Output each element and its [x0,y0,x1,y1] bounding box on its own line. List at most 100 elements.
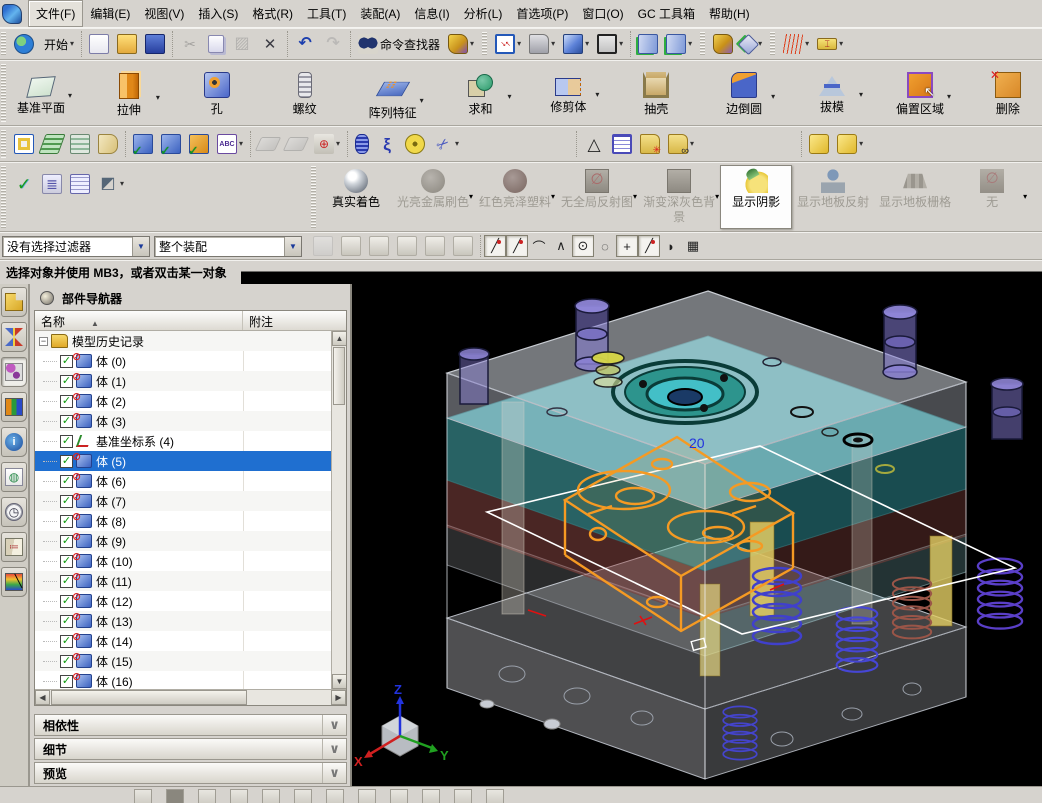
toolbar-button[interactable]: ▾ [444,31,478,57]
chevron-down-icon[interactable]: ∨ [322,739,346,759]
toolbar-button[interactable]: ▾ [204,32,228,56]
scroll-right-icon[interactable]: ▶ [331,690,346,705]
dropdown-caret[interactable]: ▾ [156,93,160,102]
column-note[interactable]: 附注 [243,311,279,330]
toolbar-button[interactable]: ▾ [373,131,401,157]
toolbar-grip[interactable] [311,166,317,228]
tree-row[interactable]: 体 (7) [35,490,331,511]
toolbar-button[interactable]: ▾ [608,131,636,157]
toolbar-grip[interactable] [1,166,6,228]
toolbar-button[interactable] [449,233,477,259]
toolbar-button[interactable]: ▾ [66,131,94,157]
dropdown-caret[interactable]: ▾ [619,40,623,48]
scroll-left-icon[interactable]: ◀ [35,690,50,705]
resource-bar-button[interactable] [1,532,27,562]
toolbar-button[interactable] [422,789,440,803]
toolbar-button[interactable]: ▾ [254,134,282,154]
render-style-button[interactable]: 光亮金属刷色 ▾ [392,165,474,229]
column-name[interactable]: 名称 ▲ [35,311,243,330]
tree-row[interactable]: 体 (0) [35,350,331,371]
tree-row[interactable]: 体 (14) [35,630,331,651]
toolbar-grip[interactable] [482,32,488,56]
feature-button[interactable]: 螺纹 ▾ [274,67,336,120]
menu-item[interactable]: 工具(T) [300,1,353,26]
tree-root-row[interactable]: − 模型历史记录 [35,331,331,351]
toolbar-button[interactable] [337,233,365,259]
toolbar-button[interactable]: ▾ [141,31,169,57]
dropdown-caret[interactable]: ▾ [68,91,72,100]
resource-bar-button[interactable] [1,497,27,527]
toolbar-button[interactable]: ▾ [176,31,204,57]
toolbar-button[interactable]: ▾ [10,31,38,57]
toolbar-button[interactable]: ▾ [129,131,157,157]
toolbar-button[interactable]: ▾ [559,31,593,57]
toolbar-button[interactable]: ▾ [10,171,38,197]
dropdown-caret[interactable]: ▾ [551,40,555,48]
toolbar-button[interactable] [421,233,449,259]
tree-row[interactable]: 基准坐标系 (4) [35,431,331,451]
toolbar-button[interactable]: ▾ [291,31,319,57]
selection-scope-combo[interactable]: 整个装配 [154,235,302,257]
toolbar-button[interactable]: 开始 ▾ [38,31,78,57]
toolbar-button[interactable]: ▾ [401,131,429,157]
toolbar-button[interactable]: ▾ [429,131,463,157]
resource-bar-button[interactable] [1,392,27,422]
feature-button[interactable]: 阵列特征 ▾ [362,63,424,124]
menu-item[interactable]: 首选项(P) [509,1,575,26]
tree-row[interactable]: 体 (1) [35,370,331,391]
feature-button[interactable]: 拔模 ▾ [801,68,863,118]
tree-row[interactable]: 体 (9) [35,530,331,551]
toolbar-button[interactable] [454,789,472,803]
section-bar[interactable]: 相依性 ∨ [34,714,347,736]
toolbar-grip[interactable] [700,32,706,56]
menu-item[interactable]: 分析(L) [457,1,510,26]
selection-filter-combo[interactable]: 没有选择过滤器 [2,235,150,257]
dropdown-caret[interactable]: ▾ [455,140,459,148]
toolbar-button[interactable]: ▾ [10,131,38,157]
toolbar-button[interactable]: ▾ [282,134,310,154]
dropdown-caret[interactable]: ▾ [859,140,863,148]
resource-bar-button[interactable] [1,322,27,352]
toolbar-button[interactable]: ▾ [157,131,185,157]
render-style-button[interactable]: 无 ▾ [956,165,1028,229]
dropdown-caret[interactable]: ▾ [805,40,809,48]
feature-button[interactable]: 基准平面 ▾ [10,68,72,119]
resource-bar-button[interactable] [1,427,27,457]
snap-point-button[interactable]: ╱ [484,235,506,257]
snap-point-button[interactable]: ◗ [660,235,682,257]
scroll-up-icon[interactable]: ▲ [332,331,346,346]
toolbar-button[interactable] [230,789,248,803]
dropdown-caret[interactable]: ▾ [507,92,511,101]
menu-item[interactable]: 插入(S) [191,1,245,26]
feature-button[interactable]: 边倒圆 ▾ [713,67,775,120]
menu-item[interactable]: 信息(I) [407,1,456,26]
toolbar-button[interactable]: ▾ [709,31,737,57]
toolbar-button[interactable]: ▾ [310,131,344,157]
render-style-button[interactable]: 显示地板栅格 ▾ [874,165,956,229]
toolbar-button[interactable]: ▾ [636,131,664,157]
tree-row[interactable]: 体 (10) [35,550,331,571]
toolbar-button[interactable]: ▾ [94,131,122,157]
section-bar[interactable]: 细节 ∨ [34,738,347,760]
toolbar-button[interactable]: ▾ [66,171,94,197]
dropdown-caret[interactable]: ▾ [947,92,951,101]
feature-button[interactable]: 偏置区域 ▾ [889,67,951,120]
chevron-down-icon[interactable]: ∨ [322,715,346,735]
scroll-thumb[interactable] [333,347,345,405]
menu-item[interactable]: 窗口(O) [575,1,630,26]
toolbar-button[interactable]: ▾ [228,31,256,57]
render-style-button[interactable]: 渐变深灰色背 景 ▾ [638,165,720,229]
snap-point-button[interactable]: ◌ [594,235,616,257]
toolbar-button[interactable]: ▾ [351,131,373,157]
dropdown-caret[interactable]: ▾ [517,40,521,48]
chevron-down-icon[interactable]: ∨ [322,763,346,783]
tree-row[interactable]: 体 (3) [35,410,331,431]
tree-row[interactable]: 体 (8) [35,510,331,531]
dropdown-caret[interactable]: ▾ [239,140,243,148]
dropdown-caret[interactable]: ▾ [595,90,599,99]
combo-dropdown-icon[interactable] [284,236,301,256]
tree-row[interactable]: 体 (15) [35,650,331,671]
tree-row[interactable]: 体 (2) [35,390,331,411]
toolbar-button[interactable] [390,789,408,803]
graphics-window[interactable]: 20 Z X Y [352,284,1042,786]
